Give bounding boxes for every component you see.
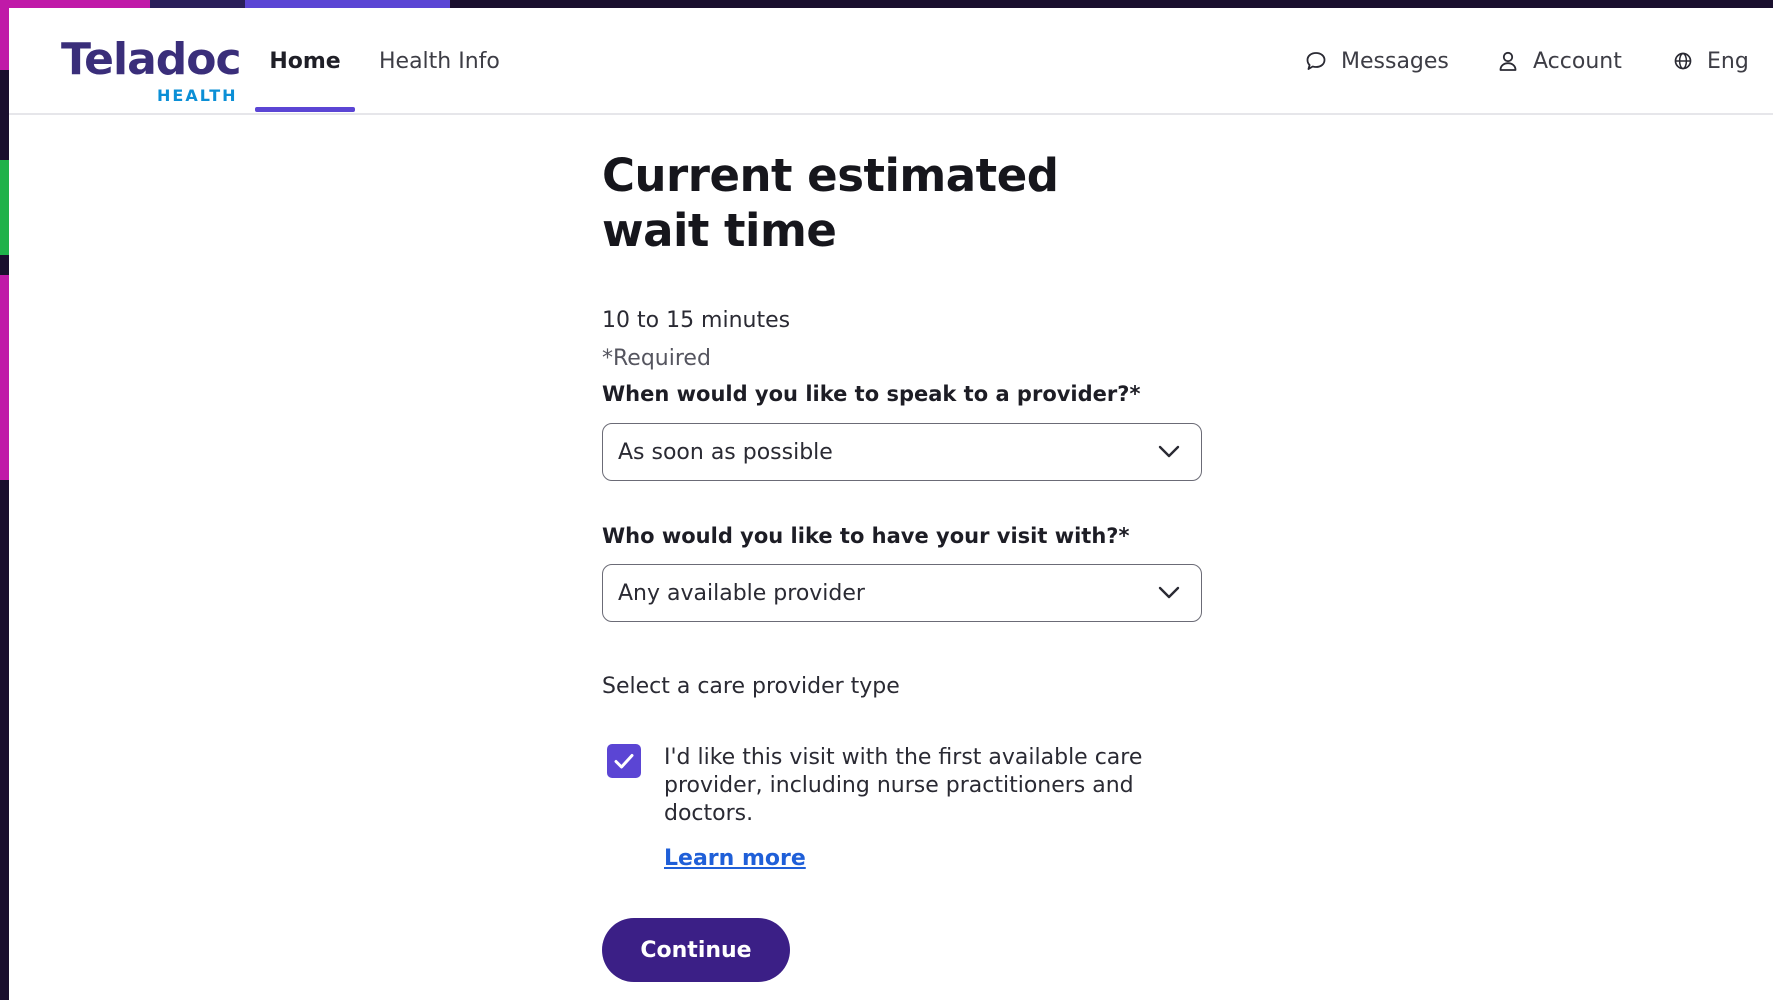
- tab-health-info[interactable]: Health Info: [379, 8, 500, 114]
- decor-strip: [0, 0, 150, 8]
- first-available-checkbox[interactable]: [607, 744, 641, 778]
- wait-time-form: Current estimated wait time 10 to 15 min…: [602, 148, 1222, 982]
- learn-more-link[interactable]: Learn more: [664, 846, 806, 871]
- continue-button[interactable]: Continue: [602, 918, 790, 982]
- decor-strip: [245, 0, 450, 8]
- who-select-value: Any available provider: [618, 580, 865, 606]
- who-select[interactable]: Any available provider: [602, 564, 1202, 622]
- chevron-down-icon: [1158, 445, 1180, 458]
- teladoc-logo[interactable]: Teladoc HEALTH: [61, 34, 242, 108]
- decor-strip: [0, 275, 9, 480]
- checkmark-icon: [614, 754, 634, 769]
- when-select[interactable]: As soon as possible: [602, 423, 1202, 481]
- when-select-value: As soon as possible: [618, 439, 833, 465]
- active-tab-indicator: [255, 107, 355, 112]
- when-label: When would you like to speak to a provid…: [602, 382, 1141, 406]
- decor-strip: [150, 0, 245, 8]
- messages-label: Messages: [1341, 48, 1449, 74]
- logo-wordmark: Teladoc: [61, 34, 242, 85]
- app-window: Teladoc HEALTH Home Health Info Messages: [9, 8, 1773, 1000]
- wait-time-value: 10 to 15 minutes: [602, 308, 791, 333]
- top-navigation: Teladoc HEALTH Home Health Info Messages: [9, 8, 1773, 115]
- decor-strip: [0, 0, 9, 70]
- chevron-down-icon: [1158, 586, 1180, 599]
- first-available-checkbox-label: I'd like this visit with the first avail…: [664, 745, 1143, 826]
- account-label: Account: [1533, 48, 1622, 74]
- language-label: Eng: [1707, 48, 1749, 74]
- messages-link[interactable]: Messages: [1305, 8, 1449, 114]
- screen: Teladoc HEALTH Home Health Info Messages: [0, 0, 1773, 1000]
- globe-icon: [1674, 52, 1692, 70]
- tab-home-label: Home: [269, 48, 341, 74]
- logo-subtitle: HEALTH: [157, 86, 238, 105]
- page-title: Current estimated wait time: [602, 149, 1059, 257]
- provider-type-label: Select a care provider type: [602, 674, 900, 699]
- continue-button-label: Continue: [640, 937, 752, 963]
- required-note: *Required: [602, 346, 711, 371]
- tab-health-info-label: Health Info: [379, 48, 500, 74]
- chat-bubble-icon: [1306, 52, 1326, 70]
- tab-home[interactable]: Home: [255, 8, 355, 114]
- account-link[interactable]: Account: [1497, 8, 1622, 114]
- user-icon: [1499, 51, 1517, 71]
- who-label: Who would you like to have your visit wi…: [602, 524, 1130, 548]
- decor-strip: [0, 160, 9, 255]
- language-selector[interactable]: Eng: [1673, 8, 1749, 114]
